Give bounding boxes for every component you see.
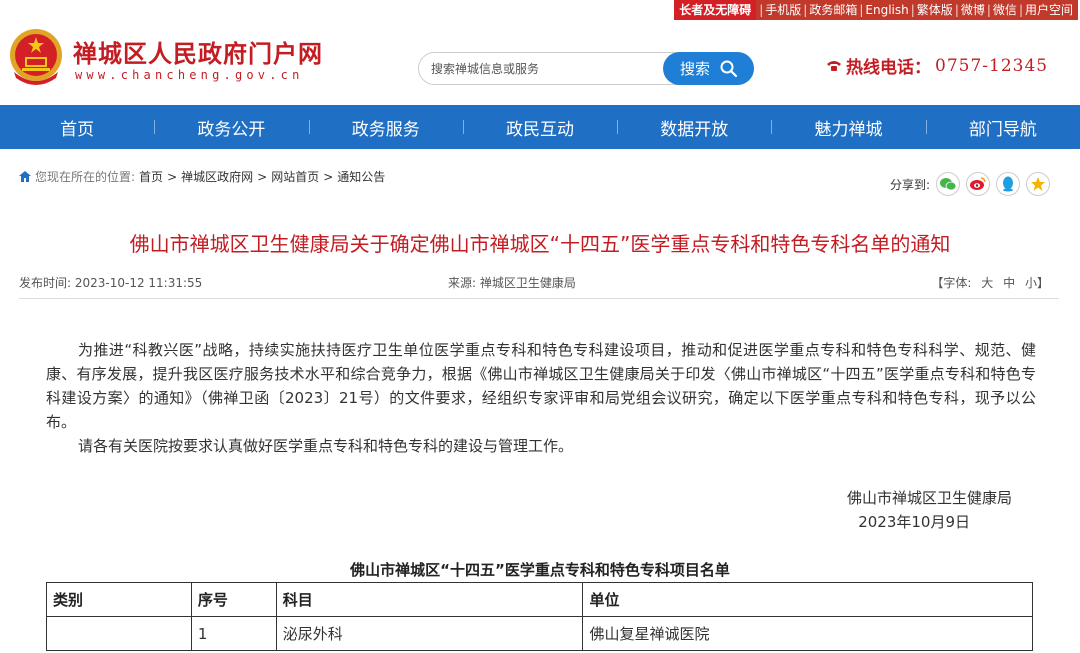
breadcrumb-notices[interactable]: 通知公告 <box>337 168 385 185</box>
hotline: 热线电话： 0757-12345 <box>826 53 1048 78</box>
nav-item-gov-services[interactable]: 政务服务 <box>308 105 463 149</box>
col-header-unit: 单位 <box>582 582 1033 617</box>
national-emblem-icon[interactable] <box>8 28 64 86</box>
breadcrumb-district-site[interactable]: 禅城区政府网 <box>181 168 253 185</box>
col-header-subject: 科目 <box>275 582 584 617</box>
article-meta: 发布时间: 2023-10-12 11:31:55 来源: 禅城区卫生健康局 【… <box>19 274 1059 290</box>
font-size-label: 【字体: <box>931 276 972 290</box>
search-icon <box>720 60 737 77</box>
gov-mail-link[interactable]: 政务邮箱 <box>808 0 858 20</box>
nav-item-home[interactable]: 首页 <box>0 105 154 149</box>
share-bar: 分享到: <box>890 172 1050 196</box>
sign-org: 佛山市禅城区卫生健康局 <box>846 489 1012 507</box>
search-input[interactable] <box>431 59 661 79</box>
search-box: 搜索 <box>418 52 754 85</box>
table-cell-index: 1 <box>190 616 277 651</box>
breadcrumb-site-home[interactable]: 网站首页 <box>271 168 319 185</box>
publish-date: 发布时间: 2023-10-12 11:31:55 <box>19 276 203 290</box>
hotline-number: 0757-12345 <box>935 55 1049 76</box>
traditional-chinese-link[interactable]: 繁体版 <box>916 0 954 20</box>
font-size-large[interactable]: 大 <box>978 276 996 290</box>
nav-item-department-nav[interactable]: 部门导航 <box>925 105 1080 149</box>
breadcrumb: 您现在所在的位置: 首页 > 禅城区政府网 > 网站首页 > 通知公告 <box>19 168 385 185</box>
col-header-category: 类别 <box>46 582 192 617</box>
article-body: 为推进“科教兴医”战略，持续实施扶持医疗卫生单位医学重点专科和特色专科建设项目，… <box>46 338 1036 458</box>
nav-item-open-data[interactable]: 数据开放 <box>617 105 771 149</box>
table-cell-subject: 泌尿外科 <box>275 616 584 651</box>
qzone-icon[interactable] <box>1026 172 1050 196</box>
weibo-link[interactable]: 微博 <box>960 0 986 20</box>
breadcrumb-prefix: 您现在所在的位置: <box>35 170 136 184</box>
nav-item-interaction[interactable]: 政民互动 <box>462 105 617 149</box>
table-cell-unit: 佛山复星禅诚医院 <box>582 616 1033 651</box>
top-links: | 手机版 | 政务邮箱 | English | 繁体版 | 微博 | 微信 |… <box>756 0 1078 20</box>
weibo-icon[interactable] <box>966 172 990 196</box>
specialty-table: 类别 序号 科目 单位 1 泌尿外科 佛山复星禅诚医院 <box>46 582 1033 651</box>
nav-item-gov-affairs-open[interactable]: 政务公开 <box>154 105 308 149</box>
font-size-medium[interactable]: 中 <box>1000 276 1018 290</box>
table-row: 1 泌尿外科 佛山复星禅诚医院 <box>46 616 1033 651</box>
elderly-accessibility-link[interactable]: 长者及无障碍 <box>674 0 757 20</box>
article-paragraph: 请各有关医院按要求认真做好医学重点专科和特色专科的建设与管理工作。 <box>78 437 574 455</box>
search-button-label: 搜索 <box>679 60 710 78</box>
table-title: 佛山市禅城区“十四五”医学重点专科和特色专科项目名单 <box>350 561 730 579</box>
home-icon <box>19 171 31 182</box>
article-title: 佛山市禅城区卫生健康局关于确定佛山市禅城区“十四五”医学重点专科和特色专科名单的… <box>129 232 951 256</box>
search-button[interactable]: 搜索 <box>663 52 754 85</box>
col-header-index: 序号 <box>190 582 277 617</box>
site-header: 长者及无障碍 | 手机版 | 政务邮箱 | English | 繁体版 | 微博… <box>0 0 1080 105</box>
article-signature: 佛山市禅城区卫生健康局 2023年10月9日 <box>847 486 1012 534</box>
wechat-icon[interactable] <box>936 172 960 196</box>
article-paragraph: 为推进“科教兴医”战略，持续实施扶持医疗卫生单位医学重点专科和特色专科建设项目，… <box>46 341 1036 431</box>
sign-date: 2023年10月9日 <box>858 513 970 531</box>
share-label: 分享到: <box>889 177 930 192</box>
hotline-label: 热线电话： <box>846 58 931 78</box>
meta-divider <box>19 298 1059 299</box>
font-size-small[interactable]: 小】 <box>1022 276 1052 290</box>
site-title[interactable]: 禅城区人民政府门户网 <box>73 34 323 69</box>
site-url: www.chancheng.gov.cn <box>75 68 304 82</box>
english-link[interactable]: English <box>864 0 909 20</box>
table-header-row: 类别 序号 科目 单位 <box>46 582 1033 617</box>
phone-icon <box>827 60 841 71</box>
qq-icon[interactable] <box>996 172 1020 196</box>
main-nav: 首页 政务公开 政务服务 政民互动 数据开放 魅力禅城 部门导航 <box>0 105 1080 149</box>
font-size-controls: 【字体: 大 中 小】 <box>928 274 1052 291</box>
article-source: 来源: 禅城区卫生健康局 <box>448 276 576 290</box>
wechat-link[interactable]: 微信 <box>992 0 1018 20</box>
nav-item-charm-chancheng[interactable]: 魅力禅城 <box>771 105 925 149</box>
user-space-link[interactable]: 用户空间 <box>1024 0 1074 20</box>
table-cell-category <box>46 616 192 651</box>
mobile-link[interactable]: 手机版 <box>764 0 802 20</box>
top-links-bar: 长者及无障碍 | 手机版 | 政务邮箱 | English | 繁体版 | 微博… <box>674 0 1078 20</box>
breadcrumb-home[interactable]: 首页 <box>139 168 163 185</box>
